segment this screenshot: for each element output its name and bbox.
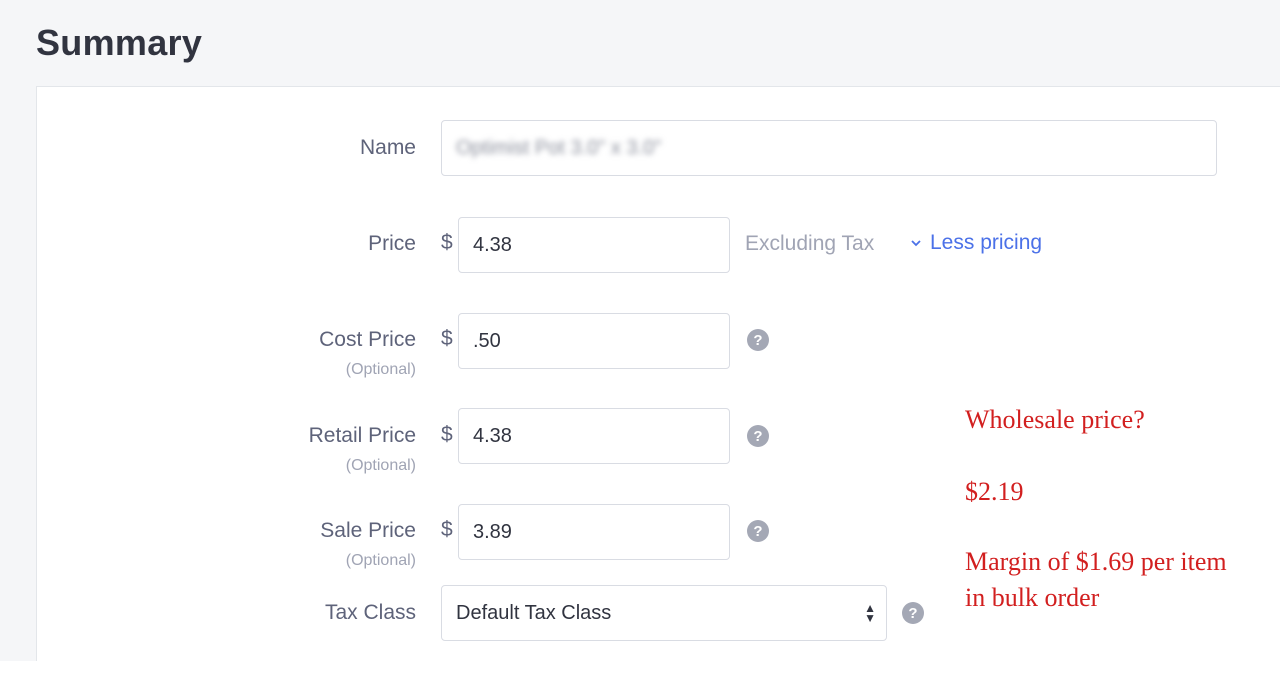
sale-price-value: 3.89 xyxy=(473,520,512,543)
retail-price-currency: $ xyxy=(441,423,453,446)
chevron-down-icon xyxy=(911,240,921,247)
sale-price-help-icon[interactable]: ? xyxy=(747,520,769,542)
sale-price-input[interactable]: 3.89 xyxy=(458,504,730,560)
cost-price-input[interactable]: .50 xyxy=(458,313,730,369)
excluding-tax-note: Excluding Tax xyxy=(745,232,875,255)
cost-price-currency: $ xyxy=(441,327,453,350)
price-currency: $ xyxy=(441,231,453,254)
name-label: Name xyxy=(359,136,416,159)
tax-class-label: Tax Class xyxy=(324,601,416,624)
retail-price-input[interactable]: 4.38 xyxy=(458,408,730,464)
price-input[interactable]: 4.38 xyxy=(458,217,730,273)
price-value: 4.38 xyxy=(473,233,512,256)
page-title: Summary xyxy=(36,22,203,63)
annotation-bulk-order: in bulk order xyxy=(965,583,1100,612)
less-pricing-label: Less pricing xyxy=(930,231,1043,254)
annotation-wholesale-question: Wholesale price? xyxy=(965,405,1145,434)
retail-price-help-icon[interactable]: ? xyxy=(747,425,769,447)
tax-class-help-icon[interactable]: ? xyxy=(902,602,924,624)
cost-price-label: Cost Price xyxy=(319,328,416,351)
name-value: Optimist Pot 3.0" x 3.0" xyxy=(456,136,662,159)
sale-price-currency: $ xyxy=(441,518,453,541)
less-pricing-link[interactable]: Less pricing xyxy=(910,231,1042,255)
retail-price-label: Retail Price xyxy=(308,424,416,447)
tax-class-select[interactable]: Default Tax Class ▲ ▼ xyxy=(441,585,887,641)
select-arrows-icon: ▲ ▼ xyxy=(864,601,876,625)
annotation-wholesale-value: $2.19 xyxy=(965,477,1024,506)
price-label: Price xyxy=(368,232,416,255)
retail-price-value: 4.38 xyxy=(473,424,512,447)
name-input[interactable]: Optimist Pot 3.0" x 3.0" xyxy=(441,120,1217,176)
cost-price-help-icon[interactable]: ? xyxy=(747,329,769,351)
tax-class-value: Default Tax Class xyxy=(456,601,612,624)
cost-price-value: .50 xyxy=(473,329,501,352)
bottom-strip xyxy=(0,661,1280,674)
annotation-margin: Margin of $1.69 per item xyxy=(965,547,1227,576)
cost-price-optional: (Optional) xyxy=(345,361,416,378)
sale-price-optional: (Optional) xyxy=(345,552,416,569)
retail-price-optional: (Optional) xyxy=(345,457,416,474)
sale-price-label: Sale Price xyxy=(320,519,416,542)
